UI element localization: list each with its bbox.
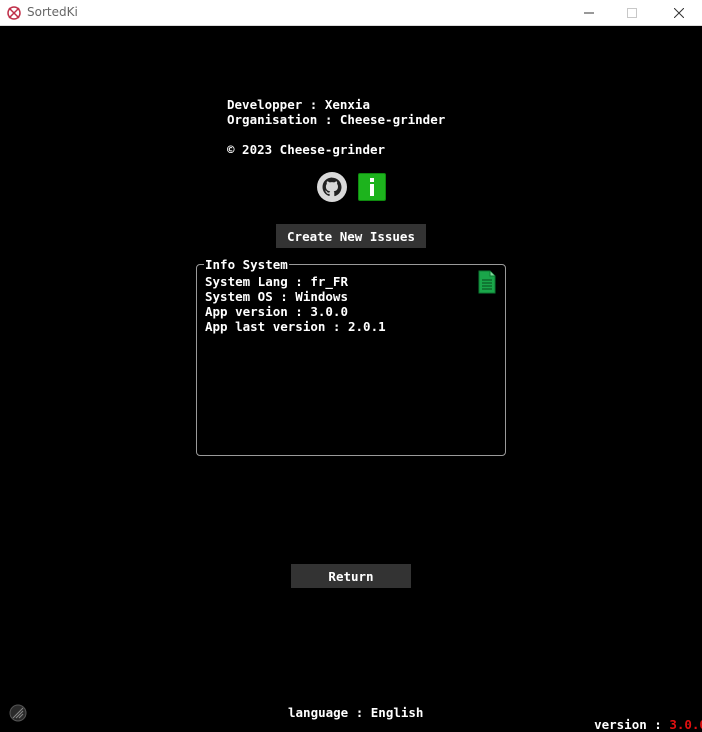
- close-icon: [674, 8, 684, 18]
- info-glyph-icon: [370, 178, 374, 196]
- create-new-issues-button[interactable]: Create New Issues: [276, 224, 426, 248]
- document-copy-icon[interactable]: [478, 270, 496, 294]
- maximize-button[interactable]: [609, 0, 655, 26]
- version-label: version :: [594, 717, 670, 732]
- version-indicator: version : 3.0.0: [579, 702, 702, 732]
- developer-line: Developper : Xenxia: [227, 97, 370, 112]
- app-logo-icon: [7, 6, 21, 20]
- organisation-line: Organisation : Cheese-grinder: [227, 112, 446, 127]
- app-last-version-line: App last version : 2.0.1: [205, 319, 386, 334]
- window-title: SortedKi: [27, 5, 78, 19]
- info-icon[interactable]: [358, 173, 386, 201]
- github-icon[interactable]: [317, 172, 347, 202]
- title-bar[interactable]: SortedKi: [0, 0, 702, 26]
- language-indicator[interactable]: language : English: [288, 705, 423, 720]
- return-button[interactable]: Return: [291, 564, 411, 588]
- app-version-line: App version : 3.0.0: [205, 304, 348, 319]
- info-system-lines: System Lang : fr_FR System OS : Windows …: [205, 274, 386, 334]
- maximize-icon: [627, 8, 637, 18]
- system-os-line: System OS : Windows: [205, 289, 348, 304]
- copyright-line: © 2023 Cheese-grinder: [227, 142, 386, 157]
- minimize-icon: [584, 12, 594, 14]
- resize-grip-icon[interactable]: [8, 703, 28, 723]
- close-button[interactable]: [656, 0, 702, 26]
- system-lang-line: System Lang : fr_FR: [205, 274, 348, 289]
- info-system-legend: Info System: [204, 257, 289, 272]
- minimize-button[interactable]: [566, 0, 612, 26]
- about-section: Developper : Xenxia Organisation : Chees…: [227, 97, 445, 157]
- version-value: 3.0.0: [669, 717, 702, 732]
